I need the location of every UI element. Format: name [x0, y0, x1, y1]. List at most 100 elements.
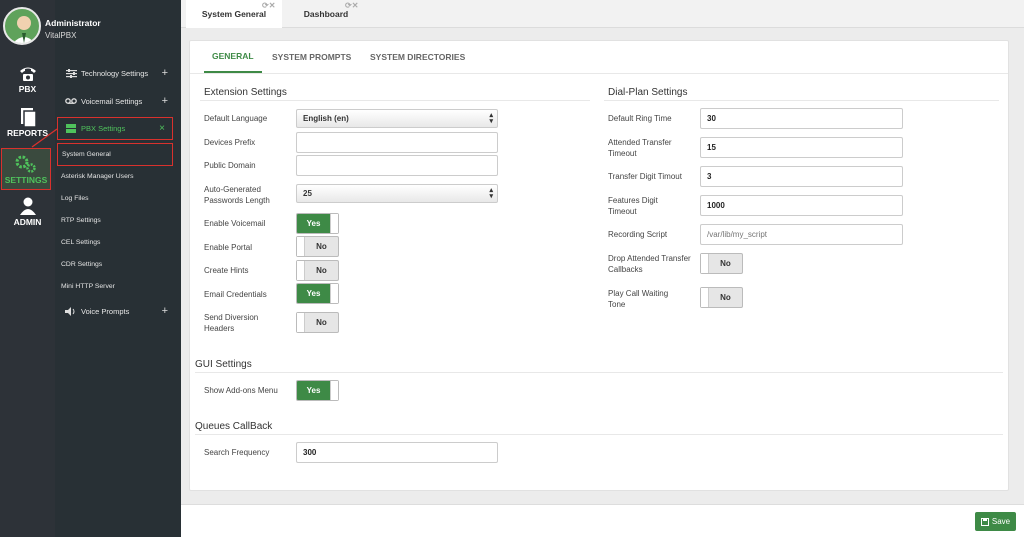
section-divider: [195, 434, 1003, 435]
highlight-arrow: [31, 128, 58, 148]
label-transfer-digit-timeout: Transfer Digit Timout: [608, 172, 682, 181]
submenu-item-cdr-settings[interactable]: CDR Settings: [57, 256, 173, 272]
label-default-language: Default Language: [204, 114, 268, 123]
label-enable-portal: Enable Portal: [204, 243, 253, 252]
toggle-state: No: [720, 293, 731, 302]
server-icon: [65, 124, 77, 133]
expand-plus-icon[interactable]: +: [162, 305, 168, 317]
transfer-digit-timeout-input[interactable]: 3: [700, 166, 903, 187]
drop-attended-transfer-callbacks-toggle[interactable]: No: [700, 253, 743, 274]
tab-refresh-close-icons[interactable]: ⟳✕: [345, 1, 358, 10]
submenu-item-mini-http-server[interactable]: Mini HTTP Server: [57, 278, 173, 294]
submenu-item-cel-settings[interactable]: CEL Settings: [57, 234, 173, 250]
submenu-item-log-files[interactable]: Log Files: [57, 190, 173, 206]
rail-item-settings[interactable]: SETTINGS: [1, 148, 51, 190]
subtab-general[interactable]: GENERAL: [204, 40, 262, 73]
recording-script-input[interactable]: [700, 224, 903, 245]
create-hints-toggle[interactable]: No: [296, 260, 339, 281]
menu-item-voicemail[interactable]: Voicemail Settings +: [55, 92, 181, 110]
show-addons-menu-toggle[interactable]: Yes: [296, 380, 339, 401]
label-default-ring-time: Default Ring Time: [608, 114, 672, 123]
enable-voicemail-toggle[interactable]: Yes: [296, 213, 339, 234]
sliders-icon: [65, 68, 77, 78]
menu-label-voicemail: Voicemail Settings: [81, 96, 143, 106]
tab-label-dashboard: Dashboard: [303, 9, 349, 19]
toggle-state: No: [316, 266, 327, 275]
toggle-state: Yes: [306, 386, 321, 395]
rail-label-pbx: PBX: [18, 84, 37, 94]
submenu-item-rtp-settings[interactable]: RTP Settings: [57, 212, 173, 228]
rail-label-admin: ADMIN: [13, 217, 42, 227]
tab-system-general[interactable]: System General ⟳✕: [186, 0, 282, 28]
rail-item-pbx[interactable]: PBX: [0, 62, 55, 106]
label-send-diversion-headers: Send Diversion Headers: [204, 313, 259, 333]
phone-icon: [19, 67, 36, 81]
label-drop-attended-transfer-callbacks: Drop Attended Transfer Callbacks: [608, 254, 691, 274]
voicemail-icon: [65, 97, 77, 105]
section-title-gui: GUI Settings: [195, 359, 252, 370]
devices-prefix-input[interactable]: [296, 132, 498, 153]
floppy-icon: [980, 517, 989, 526]
send-diversion-headers-toggle[interactable]: No: [296, 312, 339, 333]
gears-icon: [15, 155, 36, 173]
rail-item-admin[interactable]: ADMIN: [0, 195, 55, 239]
section-title-queues-callback: Queues CallBack: [195, 421, 273, 432]
default-ring-time-input[interactable]: 30: [700, 108, 903, 129]
search-frequency-input[interactable]: 300: [296, 442, 498, 463]
tab-refresh-close-icons[interactable]: ⟳✕: [262, 1, 275, 10]
default-language-select[interactable]: English (en) ▴ ▾: [296, 109, 498, 128]
menu-item-technology[interactable]: Technology Settings +: [55, 64, 181, 82]
select-arrows-icon: ▴ ▾: [489, 187, 493, 200]
save-button[interactable]: Save: [975, 512, 1016, 531]
tab-label-system-general: System General: [201, 9, 267, 19]
expand-plus-icon[interactable]: +: [162, 95, 168, 107]
menu-item-voice-prompts[interactable]: Voice Prompts +: [55, 302, 181, 320]
section-divider: [195, 372, 1003, 373]
menu-label-pbx-settings: PBX Settings: [81, 124, 126, 133]
autogen-password-length-select[interactable]: 25 ▴ ▾: [296, 184, 498, 203]
section-divider: [604, 100, 999, 101]
tab-dashboard[interactable]: Dashboard ⟳✕: [288, 0, 364, 28]
play-call-waiting-tone-toggle[interactable]: No: [700, 287, 743, 308]
save-label: Save: [991, 517, 1011, 526]
email-credentials-toggle[interactable]: Yes: [296, 283, 339, 304]
toggle-state: No: [316, 242, 327, 251]
submenu-item-asterisk-manager-users[interactable]: Asterisk Manager Users: [57, 168, 173, 184]
enable-portal-toggle[interactable]: No: [296, 236, 339, 257]
rail-label-settings: SETTINGS: [4, 175, 48, 185]
toggle-knob: [297, 313, 305, 332]
expand-plus-icon[interactable]: +: [162, 67, 168, 79]
subtab-system-prompts[interactable]: SYSTEM PROMPTS: [272, 40, 351, 73]
public-domain-input[interactable]: [296, 155, 498, 176]
user-org: VitalPBX: [45, 31, 77, 40]
toggle-state: No: [316, 318, 327, 327]
autogen-password-length-value: 25: [303, 189, 312, 198]
label-email-credentials: Email Credentials: [204, 290, 267, 299]
avatar[interactable]: [3, 7, 41, 45]
label-enable-voicemail: Enable Voicemail: [204, 219, 266, 228]
label-search-frequency: Search Frequency: [204, 448, 270, 457]
toggle-knob: [330, 214, 338, 233]
collapse-close-icon[interactable]: ×: [159, 123, 165, 134]
menu-label-technology: Technology Settings: [81, 68, 149, 78]
attended-transfer-timeout-input[interactable]: 15: [700, 137, 903, 158]
features-digit-timeout-input[interactable]: 1000: [700, 195, 903, 216]
label-autogen-password-length: Auto-Generated Passwords Length: [204, 185, 270, 205]
select-arrows-icon: ▴ ▾: [489, 112, 493, 125]
toggle-state: No: [720, 259, 731, 268]
footer-bar: [181, 504, 1024, 537]
speaker-icon: [65, 306, 77, 316]
label-features-digit-timeout: Features Digit Timeout: [608, 196, 658, 216]
subtab-divider: [190, 73, 1008, 74]
subtab-system-directories[interactable]: SYSTEM DIRECTORIES: [370, 40, 465, 73]
toggle-knob: [701, 254, 709, 273]
label-devices-prefix: Devices Prefix: [204, 138, 256, 147]
toggle-state: Yes: [306, 219, 321, 228]
toggle-knob: [330, 381, 338, 400]
submenu-item-system-general[interactable]: System General: [57, 143, 173, 166]
label-play-call-waiting-tone: Play Call Waiting Tone: [608, 289, 669, 309]
menu-label-voice-prompts: Voice Prompts: [81, 306, 130, 316]
user-icon: [19, 197, 36, 215]
menu-item-pbx-settings[interactable]: PBX Settings ×: [57, 117, 173, 140]
toggle-knob: [297, 261, 305, 280]
